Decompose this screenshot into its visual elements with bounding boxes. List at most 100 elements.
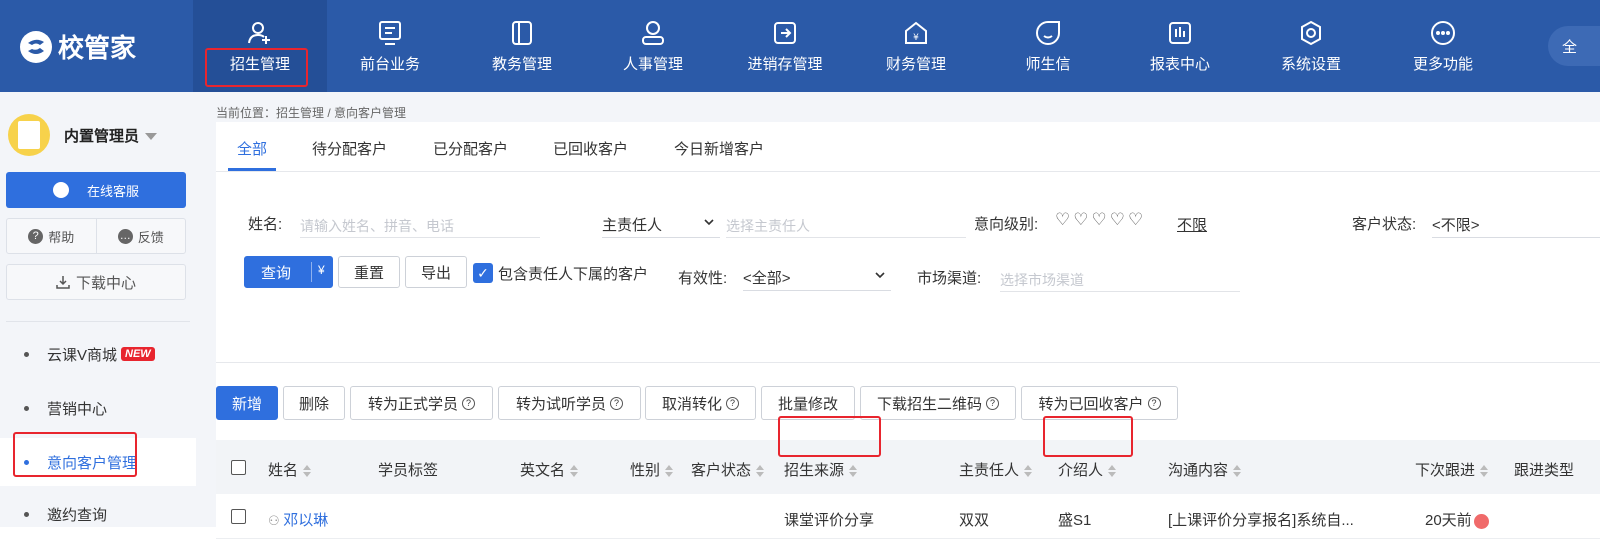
help-icon: ? bbox=[1147, 396, 1161, 410]
help-label: 帮助 bbox=[48, 229, 75, 245]
chevron-down-icon bbox=[704, 219, 714, 226]
chevron-down-icon bbox=[875, 272, 885, 279]
add-button[interactable]: 新增 bbox=[216, 386, 278, 420]
batch-edit-button[interactable]: 批量修改 bbox=[761, 386, 855, 420]
feedback-button[interactable]: … 反馈 bbox=[95, 219, 186, 253]
help-button[interactable]: ? 帮助 bbox=[7, 219, 96, 253]
bullet-icon bbox=[24, 459, 29, 465]
divider bbox=[216, 362, 1600, 363]
sidebar-item-marketing[interactable]: 营销中心 bbox=[0, 384, 196, 432]
top-nav-bar: 校管家 招生管理 前台业务 教务管理 人事管理 进销存管理 ¥ 财务管理 师生信… bbox=[0, 0, 1600, 92]
col-status[interactable]: 客户状态 bbox=[691, 459, 765, 480]
feedback-label: 反馈 bbox=[137, 229, 164, 245]
validity-label: 有效性: bbox=[678, 270, 728, 287]
download-qr-button[interactable]: 下载招生二维码? bbox=[860, 386, 1016, 420]
nav-item-inventory[interactable]: 进销存管理 bbox=[718, 0, 852, 92]
nav-item-messaging[interactable]: 师生信 bbox=[981, 0, 1115, 92]
download-center-button[interactable]: 下载中心 bbox=[6, 264, 186, 300]
name-label: 姓名: bbox=[248, 216, 283, 233]
download-icon bbox=[56, 276, 70, 289]
owner-input[interactable]: 选择主责任人 bbox=[726, 210, 966, 238]
sidebar-item-leads[interactable]: 意向客户管理 bbox=[0, 438, 196, 486]
user-add-icon bbox=[248, 21, 270, 44]
button-label: 转为试听学员 bbox=[515, 395, 606, 413]
nav-label: 招生管理 bbox=[229, 55, 290, 73]
include-sub-checkbox[interactable]: ✓ bbox=[473, 263, 493, 283]
help-icon: ? bbox=[462, 396, 475, 410]
sidebar-item-invitation[interactable]: 邀约查询 bbox=[0, 490, 196, 538]
col-next-followup[interactable]: 下次跟进 bbox=[1415, 459, 1489, 480]
alarm-clock-icon bbox=[1473, 513, 1489, 529]
col-english-name[interactable]: 英文名 bbox=[520, 459, 579, 480]
help-icon: ? bbox=[726, 396, 739, 410]
nav-item-finance[interactable]: ¥ 财务管理 bbox=[849, 0, 983, 92]
cancel-convert-button[interactable]: 取消转化? bbox=[645, 386, 756, 420]
query-label: 查询 bbox=[261, 264, 292, 282]
select-all-checkbox[interactable] bbox=[231, 460, 246, 475]
tab-recycled[interactable]: 已回收客户 bbox=[553, 138, 628, 159]
report-icon bbox=[1169, 21, 1191, 44]
tab-underline bbox=[228, 168, 276, 171]
help-feedback-group: ? 帮助 … 反馈 bbox=[6, 218, 186, 254]
button-label: 取消转化 bbox=[661, 395, 722, 413]
owner-type-select[interactable]: 主责任人 bbox=[602, 208, 720, 238]
double-chevron-down-icon[interactable]: ¥ bbox=[318, 263, 325, 277]
sidebar-item-mall[interactable]: 云课V商城 NEW bbox=[0, 330, 196, 378]
nav-label: 财务管理 bbox=[885, 55, 946, 73]
nav-item-reports[interactable]: 报表中心 bbox=[1113, 0, 1247, 92]
monitor-icon bbox=[379, 20, 401, 45]
delete-button[interactable]: 删除 bbox=[283, 386, 345, 420]
col-communication[interactable]: 沟通内容 bbox=[1168, 459, 1242, 480]
export-button[interactable]: 导出 bbox=[405, 256, 467, 288]
convert-formal-button[interactable]: 转为正式学员? bbox=[350, 386, 493, 420]
convert-trial-button[interactable]: 转为试听学员? bbox=[498, 386, 641, 420]
app-logo[interactable]: 校管家 bbox=[18, 28, 136, 65]
divider bbox=[6, 321, 190, 322]
tab-today-new[interactable]: 今日新增客户 bbox=[674, 138, 764, 159]
status-select[interactable]: <不限> bbox=[1432, 208, 1600, 238]
caret-down-icon bbox=[145, 133, 158, 141]
tab-assigned[interactable]: 已分配客户 bbox=[433, 138, 508, 159]
status-label: 客户状态: bbox=[1352, 216, 1417, 233]
nav-item-recruitment[interactable]: 招生管理 bbox=[193, 0, 327, 92]
nav-item-academic[interactable]: 教务管理 bbox=[455, 0, 589, 92]
nav-item-hr[interactable]: 人事管理 bbox=[586, 0, 720, 92]
col-gender[interactable]: 性别 bbox=[630, 459, 674, 480]
col-owner[interactable]: 主责任人 bbox=[959, 459, 1033, 480]
channel-input[interactable]: 选择市场渠道 bbox=[1000, 264, 1240, 292]
nav-label: 进销存管理 bbox=[747, 55, 823, 73]
user-menu[interactable]: 内置管理员 bbox=[8, 114, 158, 156]
more-icon bbox=[1431, 20, 1455, 45]
name-search-input[interactable]: 请输入姓名、拼音、电话 bbox=[300, 210, 540, 238]
avatar bbox=[8, 114, 50, 156]
intent-hearts[interactable]: ♡♡♡♡♡ bbox=[1055, 210, 1146, 230]
fullscreen-button[interactable]: 全 bbox=[1548, 26, 1600, 66]
table-header: 姓名 学员标签 英文名 性别 客户状态 招生来源 主责任人 介绍人 沟通内容 下… bbox=[216, 440, 1600, 494]
tab-unassigned[interactable]: 待分配客户 bbox=[312, 138, 387, 159]
validity-select[interactable]: <全部> bbox=[743, 261, 891, 291]
button-label: 转为已回收客户 bbox=[1038, 395, 1144, 413]
bullet-icon bbox=[24, 405, 29, 411]
svg-text:¥: ¥ bbox=[913, 33, 919, 43]
query-button[interactable]: 查询 ¥ bbox=[244, 256, 333, 288]
channel-label: 市场渠道: bbox=[917, 270, 982, 287]
sidebar: 内置管理员 在线客服 ? 帮助 … 反馈 下载中心 云课V商城 NEW 营销中心 意向… bbox=[0, 92, 196, 527]
col-name[interactable]: 姓名 bbox=[268, 459, 312, 480]
col-source[interactable]: 招生来源 bbox=[784, 459, 858, 480]
tab-all[interactable]: 全部 bbox=[237, 138, 267, 159]
convert-recycled-button[interactable]: 转为已回收客户? bbox=[1021, 386, 1178, 420]
nav-item-settings[interactable]: 系统设置 bbox=[1244, 0, 1378, 92]
table-row[interactable]: ⚇ 邓以琳 课堂评价分享 双双 盛S1 [上课评价分享报名]系统自... 20天… bbox=[216, 494, 1600, 539]
intent-unlimited-link[interactable]: 不限 bbox=[1177, 214, 1207, 235]
breadcrumb: 当前位置：招生管理 / 意向客户管理 bbox=[216, 106, 407, 120]
row-checkbox[interactable] bbox=[231, 509, 246, 524]
inout-icon bbox=[774, 21, 796, 44]
service-label: 在线客服 bbox=[86, 183, 139, 199]
col-tags: 学员标签 bbox=[378, 462, 439, 479]
reset-button[interactable]: 重置 bbox=[338, 256, 400, 288]
nav-item-more[interactable]: 更多功能 bbox=[1376, 0, 1510, 92]
col-referrer[interactable]: 介绍人 bbox=[1058, 459, 1117, 480]
online-service-button[interactable]: 在线客服 bbox=[6, 172, 186, 208]
nav-label: 报表中心 bbox=[1149, 55, 1210, 73]
nav-item-front-desk[interactable]: 前台业务 bbox=[323, 0, 457, 92]
